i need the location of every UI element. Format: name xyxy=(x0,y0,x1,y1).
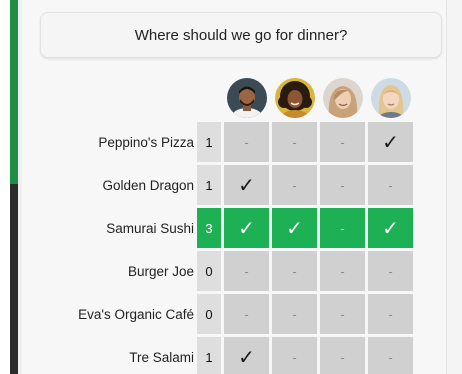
vote-cell[interactable]: - xyxy=(368,337,413,374)
option-name: Burger Joe xyxy=(127,263,194,279)
poll-row: Tre Salami 1 ✓ - - - xyxy=(22,337,446,374)
vote-mark: - xyxy=(388,263,393,279)
window-edge-dark xyxy=(10,184,18,374)
vote-mark: ✓ xyxy=(238,217,255,240)
poll-row: Golden Dragon 1 ✓ - - - xyxy=(22,165,446,205)
vote-cell[interactable]: - xyxy=(368,165,413,205)
option-name: Peppino's Pizza xyxy=(98,134,194,150)
vote-cell[interactable]: ✓ xyxy=(224,337,269,374)
vote-cell[interactable]: ✓ xyxy=(224,165,269,205)
vote-cell[interactable]: - xyxy=(224,251,269,291)
vote-count: 1 xyxy=(197,165,221,205)
vote-cell[interactable]: - xyxy=(272,337,317,374)
vote-cell[interactable]: - xyxy=(272,251,317,291)
vote-mark: - xyxy=(340,220,345,236)
window-edge-accent xyxy=(10,0,18,184)
vote-mark: - xyxy=(340,134,345,150)
vote-mark: - xyxy=(244,134,249,150)
poll-screen: Where should we go for dinner? Peppino's… xyxy=(0,0,462,374)
vote-cell[interactable]: ✓ xyxy=(368,122,413,162)
avatar-man-icon[interactable] xyxy=(227,78,267,118)
option-name: Eva's Organic Café xyxy=(78,306,194,322)
vote-cell[interactable]: - xyxy=(320,165,365,205)
vote-cell[interactable]: - xyxy=(368,251,413,291)
vote-cell[interactable]: - xyxy=(272,122,317,162)
vote-count: 3 xyxy=(197,208,221,248)
vote-mark: - xyxy=(244,263,249,279)
vote-mark: ✓ xyxy=(238,346,255,369)
vote-mark: - xyxy=(292,177,297,193)
vote-cell[interactable]: - xyxy=(368,294,413,334)
vote-mark: - xyxy=(340,177,345,193)
vote-mark: ✓ xyxy=(382,131,399,154)
option-name: Golden Dragon xyxy=(102,177,194,193)
vote-cell[interactable]: - xyxy=(320,337,365,374)
poll-row: Samurai Sushi 3 ✓ ✓ - ✓ xyxy=(22,208,446,248)
vote-cell[interactable]: - xyxy=(224,122,269,162)
window-edge-right xyxy=(446,0,462,374)
vote-cell[interactable]: - xyxy=(320,208,365,248)
vote-cell[interactable]: - xyxy=(320,251,365,291)
vote-mark: - xyxy=(340,263,345,279)
poll-row: Peppino's Pizza 1 - - - ✓ xyxy=(22,122,446,162)
poll-panel: Where should we go for dinner? Peppino's… xyxy=(22,0,446,374)
vote-cell[interactable]: - xyxy=(320,122,365,162)
vote-mark: - xyxy=(292,306,297,322)
poll-row: Burger Joe 0 - - - - xyxy=(22,251,446,291)
vote-cell[interactable]: - xyxy=(272,294,317,334)
vote-cell[interactable]: ✓ xyxy=(224,208,269,248)
vote-mark: - xyxy=(340,306,345,322)
vote-mark: - xyxy=(292,263,297,279)
vote-cell[interactable]: - xyxy=(272,165,317,205)
poll-row: Eva's Organic Café 0 - - - - xyxy=(22,294,446,334)
vote-cell[interactable]: ✓ xyxy=(368,208,413,248)
avatar-woman-smiling-icon[interactable] xyxy=(323,78,363,118)
vote-count: 1 xyxy=(197,122,221,162)
vote-mark: - xyxy=(292,349,297,365)
vote-cell[interactable]: ✓ xyxy=(272,208,317,248)
vote-mark: ✓ xyxy=(286,217,303,240)
avatar-woman-blonde-icon[interactable] xyxy=(371,78,411,118)
vote-mark: - xyxy=(244,306,249,322)
vote-mark: - xyxy=(388,177,393,193)
vote-mark: - xyxy=(388,306,393,322)
vote-mark: ✓ xyxy=(238,174,255,197)
option-name: Tre Salami xyxy=(129,349,194,365)
option-name: Samurai Sushi xyxy=(106,220,194,236)
vote-count: 0 xyxy=(197,251,221,291)
vote-cell[interactable]: - xyxy=(224,294,269,334)
avatar-woman-curly-icon[interactable] xyxy=(275,78,315,118)
vote-mark: - xyxy=(388,349,393,365)
vote-mark: ✓ xyxy=(382,217,399,240)
vote-count: 0 xyxy=(197,294,221,334)
poll-question: Where should we go for dinner? xyxy=(40,12,442,58)
vote-cell[interactable]: - xyxy=(320,294,365,334)
vote-mark: - xyxy=(340,349,345,365)
vote-mark: - xyxy=(292,134,297,150)
vote-count: 1 xyxy=(197,337,221,374)
